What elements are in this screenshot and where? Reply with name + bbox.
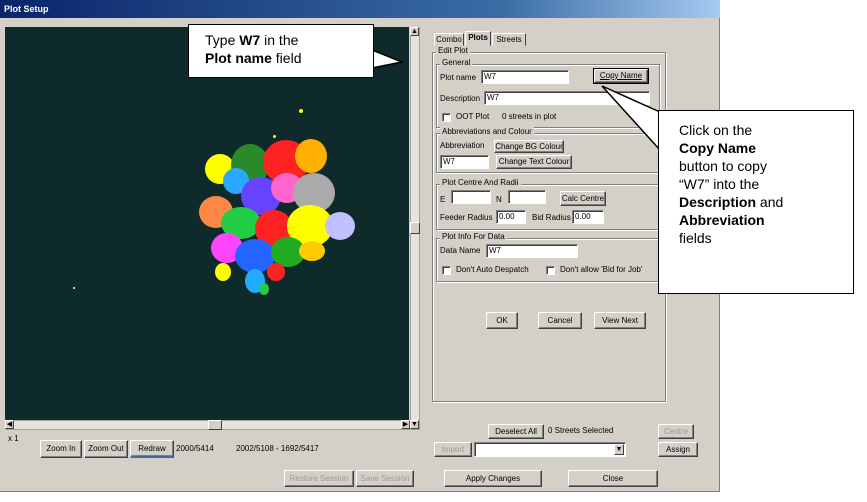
callout-text: in the [260, 32, 299, 48]
callout-text: button to copy [679, 158, 767, 174]
calc-centre-button[interactable]: Calc Centre [560, 191, 606, 206]
import-button[interactable]: Import [434, 442, 472, 457]
bid-radius-label: Bid Radius [532, 213, 571, 222]
abbreviation-field[interactable]: W7 [440, 155, 489, 169]
view-extent-coordinates: 2002/5108 - 1692/5417 [236, 444, 319, 453]
zoom-out-button[interactable]: Zoom Out [84, 440, 128, 458]
dont-allow-bid-checkbox[interactable] [546, 266, 555, 275]
cursor-coordinates: 2000/5414 [176, 444, 214, 453]
callout-bold-text: Abbreviation [679, 212, 765, 228]
copy-name-button[interactable]: Copy Name [593, 68, 649, 84]
scroll-down-arrow-icon[interactable]: ▼ [410, 420, 419, 429]
tab-streets[interactable]: Streets [492, 33, 526, 46]
deselect-all-button[interactable]: Deselect All [488, 424, 544, 439]
plot-info-label: Plot Info For Data [440, 232, 507, 242]
callout-bold-text: Description [679, 194, 757, 210]
zoom-in-button[interactable]: Zoom In [40, 440, 82, 458]
window-title: Plot Setup [4, 4, 49, 14]
easting-field[interactable] [451, 190, 491, 204]
map-plot-region [259, 283, 269, 295]
map-plot-region [273, 135, 276, 138]
vertical-scroll-thumb[interactable] [410, 222, 420, 234]
dropdown-arrow-icon[interactable]: ▼ [614, 444, 624, 455]
callout-text: Type [205, 32, 240, 48]
dont-allow-bid-label: Don't allow 'Bid for Job' [560, 265, 643, 274]
data-name-label: Data Name [440, 246, 481, 255]
northing-label: N [496, 195, 502, 204]
abbreviation-label: Abbreviation [440, 141, 485, 150]
callout-bold-text: Plot name [205, 50, 272, 66]
easting-label: E [440, 195, 446, 204]
assign-button[interactable]: Assign [658, 442, 698, 457]
cancel-button[interactable]: Cancel [538, 312, 582, 329]
callout-text: Click on the [679, 122, 753, 138]
general-label: General [440, 58, 473, 68]
centre-button[interactable]: Centre [658, 424, 694, 439]
callout-text: “W7” into the [679, 176, 760, 192]
tab-plots[interactable]: Plots [465, 31, 491, 46]
horizontal-scroll-thumb[interactable] [208, 420, 222, 430]
plot-name-instruction-callout: Type W7 in the Plot name field [188, 24, 374, 78]
map-plot-region [325, 212, 355, 240]
callout-text: fields [679, 230, 712, 246]
plot-map-canvas[interactable] [5, 27, 409, 420]
plot-centre-label: Plot Centre And Radii [440, 178, 521, 188]
streets-selected-count: 0 Streets Selected [548, 426, 614, 435]
scroll-left-arrow-icon[interactable]: ◀ [5, 420, 14, 429]
window-title-bar: Plot Setup [0, 0, 720, 18]
change-text-colour-button[interactable]: Change Text Colour [496, 155, 572, 169]
dont-auto-despatch-label: Don't Auto Despatch [456, 265, 529, 274]
data-name-field[interactable]: W7 [486, 244, 578, 258]
close-button[interactable]: Close [568, 470, 658, 487]
zoom-level-text: x 1 [8, 434, 19, 443]
bid-radius-field[interactable]: 0.00 [572, 210, 604, 224]
description-field[interactable]: W7 [484, 91, 650, 105]
streets-in-plot-count: 0 streets in plot [502, 112, 557, 121]
dont-auto-despatch-checkbox[interactable] [442, 266, 451, 275]
plot-name-field[interactable]: W7 [481, 70, 569, 84]
feeder-radius-field[interactable]: 0.00 [496, 210, 526, 224]
change-bg-colour-button[interactable]: Change BG Colour [494, 140, 564, 153]
map-plot-region [73, 287, 75, 289]
description-label: Description [440, 94, 481, 103]
callout-text: field [271, 50, 302, 66]
edit-plot-label: Edit Plot [436, 46, 470, 56]
restore-session-button[interactable]: Restore Session [284, 470, 354, 487]
abbreviations-label: Abbreviations and Colour [440, 127, 534, 137]
map-plot-region [215, 263, 231, 281]
callout-line: Plot name field [205, 49, 363, 67]
plot-name-label: Plot name [440, 73, 477, 82]
tab-combo[interactable]: Combo [434, 33, 464, 46]
view-next-button[interactable]: View Next [594, 312, 646, 329]
map-plot-region [299, 109, 303, 113]
map-plot-region [267, 263, 285, 281]
save-session-button[interactable]: Save Session [356, 470, 414, 487]
apply-changes-button[interactable]: Apply Changes [444, 470, 542, 487]
ok-button[interactable]: OK [486, 312, 518, 329]
northing-field[interactable] [508, 190, 546, 204]
redraw-button[interactable]: Redraw [130, 440, 174, 458]
street-dropdown[interactable] [474, 442, 626, 457]
map-plot-region [299, 241, 325, 261]
oot-plot-checkbox[interactable] [442, 113, 451, 122]
oot-plot-label: OOT Plot [456, 112, 490, 121]
callout-text: and [756, 194, 784, 210]
copy-name-instruction-callout: Click on the Copy Name button to copy “W… [658, 110, 854, 294]
scroll-up-arrow-icon[interactable]: ▲ [410, 27, 419, 36]
scroll-right-arrow-icon[interactable]: ▶ [401, 420, 410, 429]
callout-line: Type W7 in the [205, 31, 363, 49]
feeder-radius-label: Feeder Radius [440, 213, 493, 222]
callout-bold-text: Copy Name [679, 140, 757, 156]
callout-bold-text: W7 [239, 32, 261, 48]
map-plot-region [295, 139, 327, 173]
